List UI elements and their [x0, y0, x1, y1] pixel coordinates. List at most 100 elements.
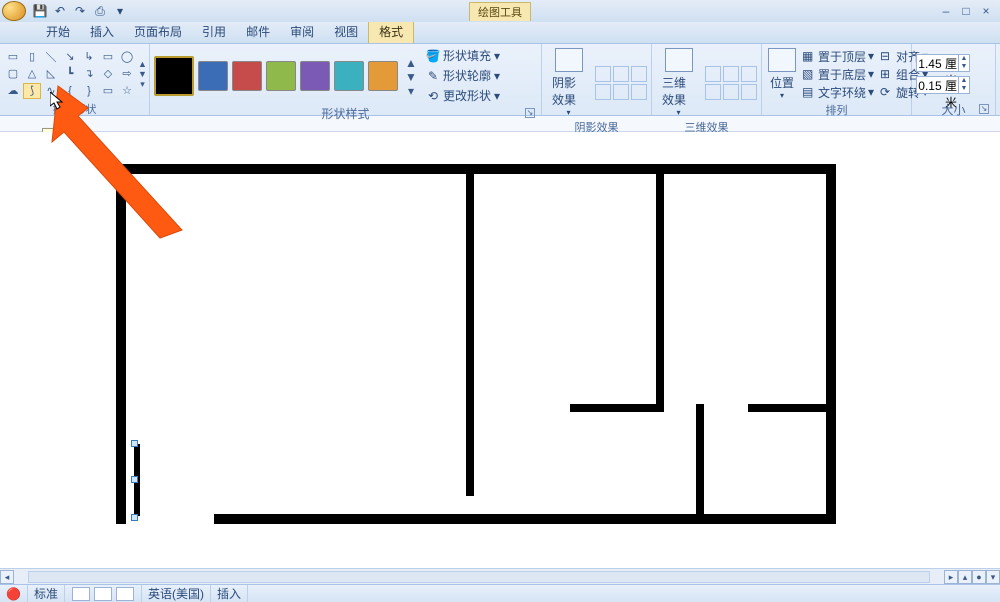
view-btn-2[interactable]	[94, 587, 112, 601]
swatch-5[interactable]	[334, 61, 364, 91]
group-label: 大小	[941, 103, 965, 117]
group-label: 插入形状	[4, 101, 145, 115]
scroll-left-button[interactable]: ◂	[0, 570, 14, 584]
window-close-button[interactable]: ×	[978, 4, 994, 18]
qat-print-icon[interactable]: ⎙	[91, 2, 109, 20]
tab-home[interactable]: 开始	[36, 20, 80, 43]
group-shadow: 阴影效果▾ 阴影效果	[542, 44, 652, 115]
shape-callout-icon[interactable]: ▭	[99, 83, 117, 99]
swatch-current[interactable]	[154, 56, 194, 96]
group-icon: ⊞	[880, 67, 894, 81]
changeshape-icon: ⟲	[426, 89, 440, 103]
shape-elbowarr-icon[interactable]: ↴	[80, 66, 98, 82]
tab-pagelayout[interactable]: 页面布局	[124, 20, 192, 43]
dialog-launcher[interactable]: ↘	[525, 108, 535, 118]
window-maximize-button[interactable]: □	[958, 4, 974, 18]
text-wrap-button[interactable]: ▤文字环绕▾	[800, 84, 876, 101]
bucket-icon: 🪣	[426, 49, 440, 63]
shape-rect-icon[interactable]: ▭	[99, 49, 117, 65]
contextual-tab-label: 绘图工具	[469, 2, 531, 21]
document-canvas[interactable]	[0, 132, 1000, 568]
shape-line-icon[interactable]: ＼	[42, 49, 60, 65]
qat-redo-icon[interactable]: ↷	[71, 2, 89, 20]
tab-mailings[interactable]: 邮件	[236, 20, 280, 43]
swatch-6[interactable]	[368, 61, 398, 91]
prev-page-button[interactable]: ▴	[958, 570, 972, 584]
shape-arrowline-icon[interactable]: ↘	[61, 49, 79, 65]
style-gallery-scroll[interactable]: ▲▼▾	[404, 56, 418, 96]
bring-front-button[interactable]: ▦置于顶层▾	[800, 48, 876, 65]
shape-rtriangle-icon[interactable]: ◺	[42, 66, 60, 82]
tab-insert[interactable]: 插入	[80, 20, 124, 43]
width-input[interactable]: 0.15 厘米▲▼	[916, 76, 970, 94]
threed-nudge[interactable]	[705, 66, 757, 100]
dialog-launcher[interactable]: ↘	[979, 104, 989, 114]
shape-vtext-icon[interactable]: ▯	[23, 49, 41, 65]
ribbon-tabs: 开始 插入 页面布局 引用 邮件 审阅 视图 格式	[0, 22, 1000, 44]
shadow-nudge[interactable]	[595, 66, 647, 100]
spinner[interactable]: ▲▼	[958, 55, 969, 71]
cube-icon	[665, 48, 693, 72]
swatch-1[interactable]	[198, 61, 228, 91]
status-bar: 🔴 标准 英语(美国) 插入	[0, 584, 1000, 602]
tab-view[interactable]: 视图	[324, 20, 368, 43]
shape-oval-icon[interactable]: ◯	[118, 49, 136, 65]
shape-arc-icon[interactable]: ⟆	[23, 83, 41, 99]
change-shape-menu[interactable]: ⟲更改形状▾	[424, 86, 502, 105]
shape-diamond-icon[interactable]: ◇	[99, 66, 117, 82]
position-button[interactable]: 位置▾	[766, 46, 798, 102]
swatch-4[interactable]	[300, 61, 330, 91]
tab-references[interactable]: 引用	[192, 20, 236, 43]
position-icon	[768, 48, 796, 72]
align-icon: ⊟	[880, 49, 894, 63]
window-minimize-button[interactable]: –	[938, 4, 954, 18]
spinner[interactable]: ▲▼	[958, 77, 969, 93]
qat-undo-icon[interactable]: ↶	[51, 2, 69, 20]
office-button[interactable]	[2, 1, 26, 21]
shape-fill-menu[interactable]: 🪣形状填充▾	[424, 46, 502, 65]
view-btn-3[interactable]	[116, 587, 134, 601]
shadow-button[interactable]: 阴影效果▾	[546, 46, 591, 119]
height-input[interactable]: 1.45 厘米▲▼	[916, 54, 970, 72]
qat-more-icon[interactable]: ▾	[111, 2, 129, 20]
group-arrange: 位置▾ ▦置于顶层▾ ▧置于底层▾ ▤文字环绕▾ ⊟对齐▾ ⊞组合▾ ⟳旋转▾ …	[762, 44, 912, 115]
shape-textbox-icon[interactable]: ▭	[4, 49, 22, 65]
tab-format[interactable]: 格式	[368, 19, 414, 43]
view-btn-1[interactable]	[72, 587, 90, 601]
next-page-button[interactable]: ▾	[986, 570, 1000, 584]
browse-object-button[interactable]: ●	[972, 570, 986, 584]
shape-cloud-icon[interactable]: ☁	[4, 83, 22, 99]
horizontal-scrollbar[interactable]: ◂ ▸ ▴ ● ▾	[0, 568, 1000, 584]
shapes-gallery[interactable]: ▭ ▯ ＼ ↘ ↳ ▭ ◯ ▢ △ ◺ ┗ ↴ ◇ ⇨ ☁ ⟆ ∿ { } ▭	[4, 49, 136, 99]
status-mode[interactable]: 插入	[211, 585, 248, 602]
group-label: 排列	[766, 102, 907, 116]
send-back-button[interactable]: ▧置于底层▾	[800, 66, 876, 83]
status-rec[interactable]: 🔴	[0, 585, 28, 602]
scroll-right-button[interactable]: ▸	[944, 570, 958, 584]
swatch-2[interactable]	[232, 61, 262, 91]
shadow-icon	[555, 48, 583, 72]
qat-save-icon[interactable]: 💾	[31, 2, 49, 20]
shape-star-icon[interactable]: ☆	[118, 83, 136, 99]
resize-handle[interactable]	[131, 514, 138, 521]
status-standard[interactable]: 标准	[28, 585, 65, 602]
shape-rbrace-icon[interactable]: }	[80, 83, 98, 99]
status-language[interactable]: 英语(美国)	[142, 585, 211, 602]
wrap-icon: ▤	[802, 85, 816, 99]
swatch-3[interactable]	[266, 61, 296, 91]
scroll-track[interactable]	[28, 571, 930, 583]
tab-review[interactable]: 审阅	[280, 20, 324, 43]
shape-triangle-icon[interactable]: △	[23, 66, 41, 82]
shape-roundrect-icon[interactable]: ▢	[4, 66, 22, 82]
shape-arrow-icon[interactable]: ⇨	[118, 66, 136, 82]
threed-button[interactable]: 三维效果▾	[656, 46, 701, 119]
resize-handle[interactable]	[131, 440, 138, 447]
shape-connector-icon[interactable]: ↳	[80, 49, 98, 65]
style-swatches[interactable]: ▲▼▾	[154, 56, 418, 96]
shape-outline-menu[interactable]: ✎形状轮廓▾	[424, 66, 502, 85]
shape-elbow-icon[interactable]: ┗	[61, 66, 79, 82]
resize-handle[interactable]	[131, 476, 138, 483]
shapes-gallery-scroll[interactable]: ▲▼▾	[138, 59, 147, 89]
group-3d: 三维效果▾ 三维效果	[652, 44, 762, 115]
back-icon: ▧	[802, 67, 816, 81]
